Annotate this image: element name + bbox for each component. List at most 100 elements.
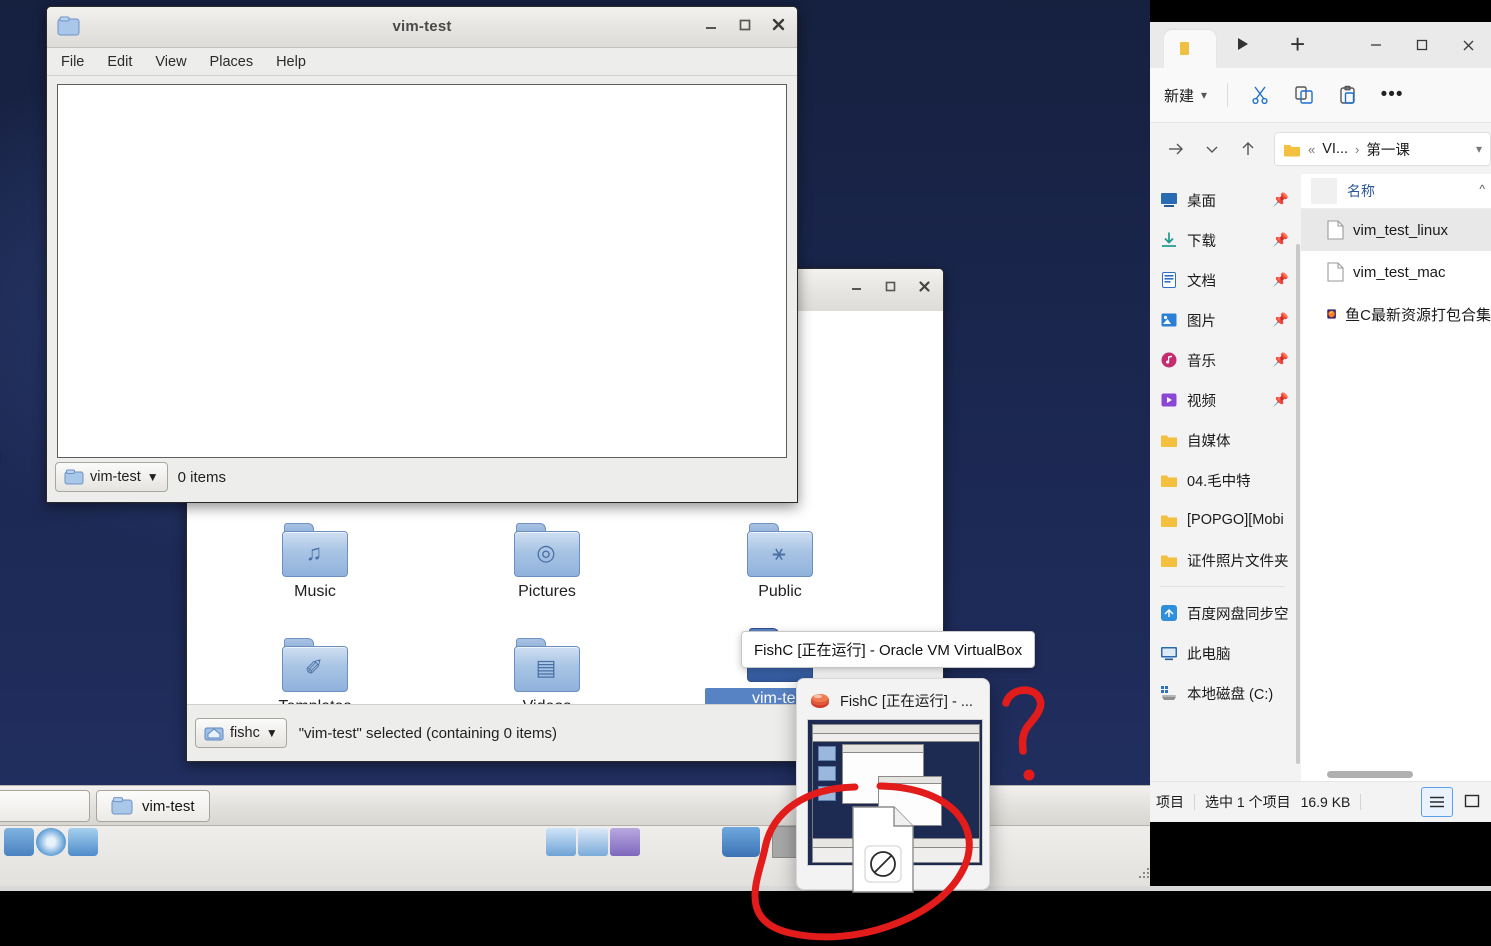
- view-mode-buttons[interactable]: [1421, 787, 1487, 817]
- maximize-button[interactable]: [1399, 22, 1445, 68]
- sidebar-item-id-photos[interactable]: 证件照片文件夹: [1150, 540, 1295, 580]
- address-bar[interactable]: « VI... › 第一课 ▾: [1274, 132, 1491, 166]
- pin-icon[interactable]: 📌: [1273, 232, 1289, 248]
- maximize-icon[interactable]: [736, 16, 753, 33]
- sidebar-item-baidu-netdisk[interactable]: 百度网盘同步空: [1150, 593, 1295, 633]
- new-button[interactable]: 新建 ▾: [1150, 85, 1217, 106]
- sidebar-item-videos[interactable]: 视频 📌: [1150, 380, 1295, 420]
- file-icon-templates[interactable]: ✐ Templates: [240, 638, 390, 705]
- file-icon-public[interactable]: ⚹ Public: [705, 523, 855, 601]
- menu-file[interactable]: File: [61, 54, 84, 70]
- sidebar-item-pictures[interactable]: 图片 📌: [1150, 300, 1295, 340]
- maximize-icon[interactable]: [882, 278, 899, 295]
- file-icon-pictures[interactable]: ◎ Pictures: [472, 523, 622, 601]
- menu-places[interactable]: Places: [210, 54, 254, 70]
- taskbar-button-blank[interactable]: [0, 790, 90, 822]
- menu-edit[interactable]: Edit: [107, 54, 132, 70]
- chevron-down-icon[interactable]: ▼: [266, 726, 278, 740]
- vim-test-window-buttons[interactable]: [702, 16, 787, 33]
- vim-test-titlebar[interactable]: vim-test: [47, 7, 797, 48]
- table-row[interactable]: 鱼C最新资源打包合集: [1301, 293, 1491, 335]
- explorer-sidebar[interactable]: 桌面 📌 下载 📌 文档 📌 图片 📌 音乐 📌 视频 📌 自媒体 04.毛中特…: [1150, 174, 1295, 782]
- tray-icon-5[interactable]: [578, 828, 608, 856]
- vim-test-statusbar: vim-test ▼ 0 items: [47, 458, 797, 496]
- address-chevron-icon[interactable]: ▾: [1476, 142, 1482, 156]
- close-button[interactable]: [1445, 22, 1491, 68]
- sidebar-label: 百度网盘同步空: [1187, 606, 1289, 623]
- fishc-path-button[interactable]: fishc ▼: [195, 718, 287, 748]
- recent-locations-icon[interactable]: [1194, 133, 1230, 165]
- windows-file-explorer[interactable]: + 新建 ▾ ••• « VI... › 第一课 ▾ 桌面 📌 下载 📌 文档 …: [1150, 22, 1491, 822]
- vim-test-file-area[interactable]: [57, 84, 787, 458]
- explorer-toolbar[interactable]: 新建 ▾ •••: [1150, 68, 1491, 123]
- pin-icon[interactable]: 📌: [1273, 392, 1289, 408]
- sort-chevron-icon[interactable]: ^: [1479, 182, 1485, 196]
- pin-icon[interactable]: 📌: [1273, 272, 1289, 288]
- file-list[interactable]: 名称 ^ vim_test_linux vim_test_mac 鱼C最新资源打…: [1301, 174, 1491, 782]
- breadcrumb-item-2[interactable]: 第一课: [1366, 139, 1410, 160]
- chevron-down-icon[interactable]: ▼: [147, 470, 159, 484]
- sidebar-item-this-pc[interactable]: 此电脑: [1150, 633, 1295, 673]
- sidebar-item-popgo[interactable]: [POPGO][Mobi: [1150, 500, 1295, 540]
- sidebar-item-documents[interactable]: 文档 📌: [1150, 260, 1295, 300]
- explorer-tab[interactable]: [1164, 30, 1216, 68]
- explorer-window-controls[interactable]: [1353, 22, 1491, 68]
- vim-test-path-button[interactable]: vim-test ▼: [55, 462, 168, 492]
- cut-icon[interactable]: [1238, 79, 1282, 111]
- close-icon[interactable]: [770, 16, 787, 33]
- sidebar-item-desktop[interactable]: 桌面 📌: [1150, 180, 1295, 220]
- scrollbar-thumb[interactable]: [1327, 771, 1413, 778]
- sidebar-item-music[interactable]: 音乐 📌: [1150, 340, 1295, 380]
- table-row[interactable]: vim_test_mac: [1301, 251, 1491, 293]
- minimize-icon[interactable]: [848, 278, 865, 295]
- tray-icon-4[interactable]: [546, 828, 576, 856]
- up-icon[interactable]: [1230, 133, 1266, 165]
- vim-test-menubar[interactable]: File Edit View Places Help: [47, 48, 797, 76]
- resize-grip[interactable]: [1138, 868, 1150, 880]
- pin-icon[interactable]: 📌: [1273, 312, 1289, 328]
- minimize-button[interactable]: [1353, 22, 1399, 68]
- tray-icon-recycle[interactable]: [722, 827, 760, 857]
- explorer-navigation-bar[interactable]: « VI... › 第一课 ▾: [1150, 123, 1491, 175]
- more-options-icon[interactable]: •••: [1370, 79, 1414, 111]
- column-header-row[interactable]: 名称 ^: [1301, 174, 1491, 209]
- pin-icon[interactable]: 📌: [1273, 192, 1289, 208]
- tray-icon-6[interactable]: [610, 828, 640, 856]
- table-row[interactable]: vim_test_linux: [1301, 209, 1491, 251]
- large-icons-view-icon[interactable]: [1457, 787, 1487, 815]
- sidebar-item-local-disk-c[interactable]: 本地磁盘 (C:): [1150, 673, 1295, 713]
- new-tab-button[interactable]: +: [1290, 31, 1305, 57]
- music-icon: [1161, 352, 1177, 368]
- pin-icon[interactable]: 📌: [1273, 352, 1289, 368]
- nautilus-window-vim-test[interactable]: vim-test File Edit View Places Help vim-…: [46, 6, 798, 503]
- tray-icon-1[interactable]: [4, 828, 34, 856]
- tray-icon-3[interactable]: [68, 828, 98, 856]
- file-icon-videos[interactable]: ▤ Videos: [472, 638, 622, 705]
- folder-icon: [1284, 144, 1300, 156]
- paste-icon[interactable]: [1326, 79, 1370, 111]
- sidebar-item-zimeiti[interactable]: 自媒体: [1150, 420, 1295, 460]
- breadcrumb-overflow[interactable]: «: [1308, 142, 1315, 157]
- sidebar-item-maozhongte[interactable]: 04.毛中特: [1150, 460, 1295, 500]
- explorer-titlebar[interactable]: +: [1150, 22, 1491, 68]
- sidebar-label: [POPGO][Mobi: [1187, 512, 1284, 528]
- sidebar-separator: [1160, 586, 1285, 587]
- minimize-icon[interactable]: [702, 16, 719, 33]
- tab-play-icon[interactable]: [1236, 36, 1250, 57]
- breadcrumb-item-1[interactable]: VI...: [1322, 141, 1348, 157]
- sidebar-item-downloads[interactable]: 下载 📌: [1150, 220, 1295, 260]
- copy-icon[interactable]: [1282, 79, 1326, 111]
- fishc-window-buttons[interactable]: [848, 278, 933, 295]
- forward-icon[interactable]: [1158, 133, 1194, 165]
- details-view-icon[interactable]: [1421, 787, 1453, 817]
- tray-icon-2[interactable]: [36, 828, 66, 856]
- chevron-down-icon[interactable]: ▾: [1201, 88, 1207, 102]
- icon-label: Public: [758, 583, 802, 600]
- select-all-checkbox[interactable]: [1311, 178, 1337, 204]
- menu-help[interactable]: Help: [276, 54, 306, 70]
- horizontal-scrollbar[interactable]: [1301, 768, 1491, 782]
- close-icon[interactable]: [916, 278, 933, 295]
- taskbar-button-vim-test[interactable]: vim-test: [96, 790, 210, 822]
- menu-view[interactable]: View: [155, 54, 186, 70]
- file-icon-music[interactable]: ♫ Music: [240, 523, 390, 601]
